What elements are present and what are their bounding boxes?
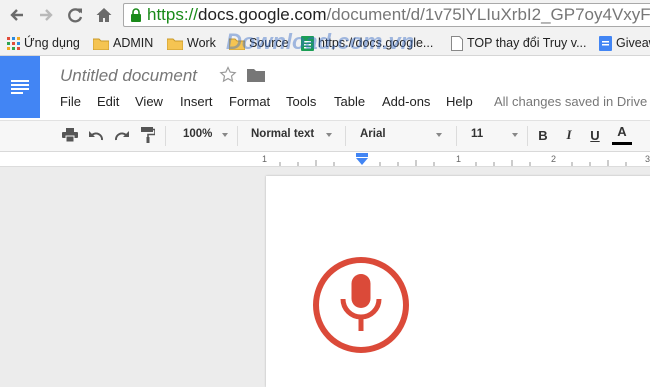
ruler-label: 1 <box>456 154 462 164</box>
bold-button[interactable]: B <box>532 124 554 146</box>
menu-edit[interactable]: Edit <box>97 94 119 109</box>
home-icon <box>96 8 112 22</box>
font-select[interactable]: Arial <box>360 128 386 140</box>
bookmark-work[interactable]: Work <box>167 31 216 55</box>
document-title[interactable]: Untitled document <box>60 66 197 86</box>
redo-icon <box>115 131 129 141</box>
url-scheme: https:// <box>147 5 199 24</box>
docs-icon <box>599 35 612 51</box>
menu-format[interactable]: Format <box>229 94 270 109</box>
bookmark-apps[interactable]: Ứng dụng <box>7 31 80 55</box>
ruler-label: 3 <box>645 154 650 164</box>
apps-grid-icon <box>7 36 20 50</box>
bookmark-admin[interactable]: ADMIN <box>93 31 153 55</box>
url-host: docs.google.com <box>198 5 327 24</box>
star-icon <box>219 66 237 83</box>
bookmark-label: Giveaw <box>616 36 650 50</box>
paint-format-icon <box>141 127 155 143</box>
watermark: Download.com.vn <box>226 29 415 54</box>
toolbar-separator <box>456 126 457 146</box>
underline-button[interactable]: U <box>584 124 606 146</box>
back-button[interactable] <box>6 4 28 26</box>
folder-icon <box>247 69 265 82</box>
folder-icon <box>93 38 109 50</box>
bookmark-label: Ứng dụng <box>24 36 80 50</box>
undo-icon <box>89 131 103 141</box>
move-to-folder-button[interactable] <box>247 68 265 87</box>
bookmark-label: ADMIN <box>113 36 154 50</box>
microphone-icon <box>313 257 409 353</box>
font-size-select[interactable]: 11 <box>471 128 483 140</box>
menu-table[interactable]: Table <box>334 94 365 109</box>
toolbar-separator <box>345 126 346 146</box>
first-line-indent-handle[interactable] <box>356 153 368 157</box>
bookmark-label: Work <box>187 36 216 50</box>
menu-insert[interactable]: Insert <box>180 94 213 109</box>
forward-arrow-icon <box>40 9 53 21</box>
docs-menu-icon <box>11 80 29 94</box>
size-caret-icon <box>512 133 518 137</box>
redo-button[interactable] <box>111 124 133 146</box>
toolbar-separator <box>237 126 238 146</box>
menu-add-ons[interactable]: Add-ons <box>382 94 430 109</box>
menu-view[interactable]: View <box>135 94 163 109</box>
home-button[interactable] <box>93 4 115 26</box>
print-icon <box>62 128 78 142</box>
lock-icon <box>131 8 141 22</box>
bookmark-label: TOP thay đổi Truy v... <box>467 36 587 50</box>
style-caret-icon <box>326 133 332 137</box>
menu-help[interactable]: Help <box>446 94 473 109</box>
ruler-label: 1 <box>262 154 268 164</box>
bookmark-top[interactable]: TOP thay đổi Truy v... <box>451 31 587 55</box>
forward-button[interactable] <box>35 4 57 26</box>
paint-format-button[interactable] <box>137 124 159 146</box>
page-icon <box>451 35 463 51</box>
save-status: All changes saved in Drive <box>494 94 648 109</box>
toolbar-separator <box>165 126 166 146</box>
zoom-caret-icon <box>222 133 228 137</box>
menu-tools[interactable]: Tools <box>286 94 316 109</box>
voice-typing-button[interactable] <box>312 256 410 354</box>
reload-icon <box>68 8 83 23</box>
reload-button[interactable] <box>64 4 86 26</box>
paragraph-style-select[interactable]: Normal text <box>251 128 314 140</box>
folder-icon <box>167 38 183 50</box>
font-caret-icon <box>436 133 442 137</box>
bookmark-giveaway[interactable]: Giveaw <box>599 31 650 55</box>
undo-button[interactable] <box>85 124 107 146</box>
menu-file[interactable]: File <box>60 94 81 109</box>
text-color-swatch <box>612 142 632 145</box>
address-bar[interactable]: https://docs.google.com/document/d/1v75l… <box>123 3 650 27</box>
ruler-label: 2 <box>551 154 557 164</box>
zoom-select[interactable]: 100% <box>183 128 212 140</box>
back-arrow-icon <box>10 9 23 21</box>
toolbar-separator <box>527 126 528 146</box>
url-path: /document/d/1v75lYLIuXrbI2_GP7oy4VxyFO7b <box>326 5 650 24</box>
docs-home-button[interactable] <box>0 56 40 118</box>
star-button[interactable] <box>219 66 237 89</box>
left-indent-handle[interactable] <box>356 158 368 165</box>
italic-button[interactable]: I <box>558 124 580 146</box>
print-button[interactable] <box>59 124 81 146</box>
